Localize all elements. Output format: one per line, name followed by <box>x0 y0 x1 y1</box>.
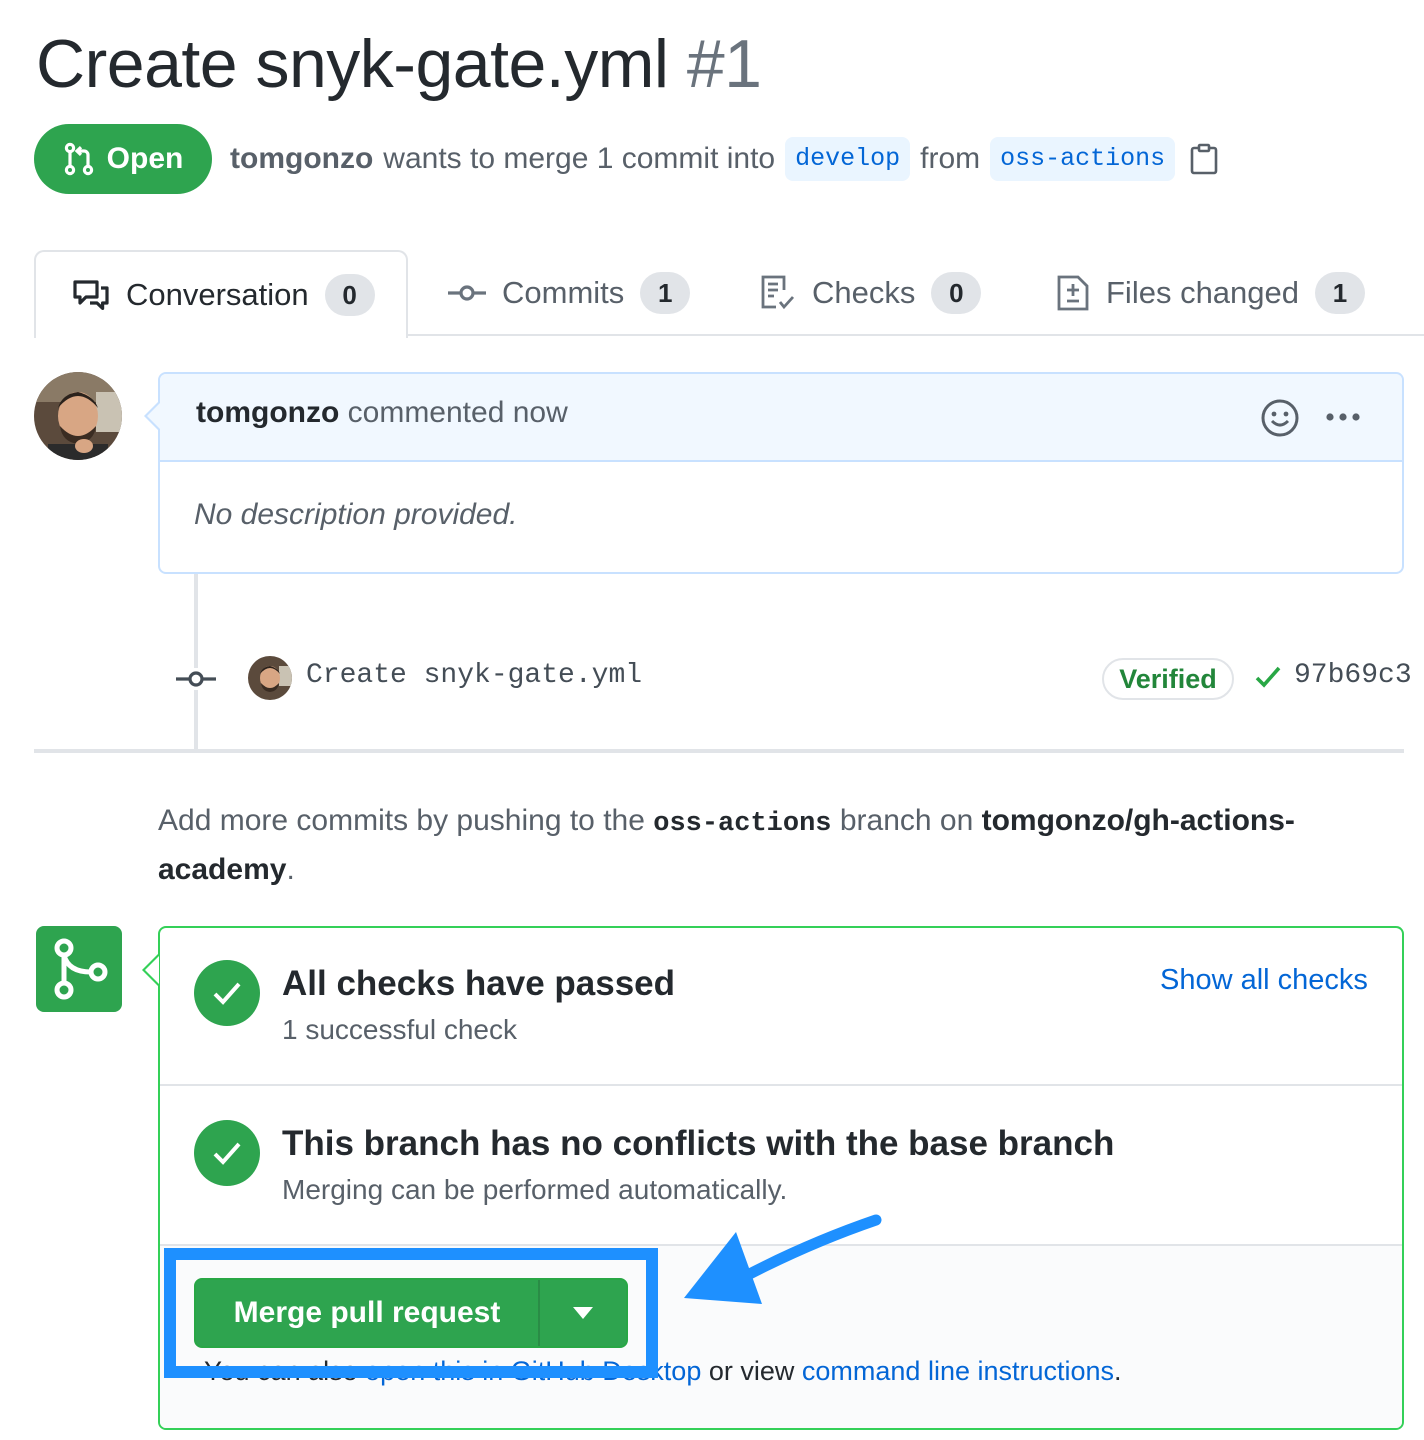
avatar-image <box>248 656 292 700</box>
show-all-checks-link[interactable]: Show all checks <box>1160 964 1368 997</box>
commit-message-link[interactable]: Create snyk-gate.yml <box>306 660 642 691</box>
head-branch[interactable]: oss-actions <box>990 137 1176 181</box>
clipboard-icon <box>1190 143 1218 175</box>
push-note-prefix: Add more commits by pushing to the <box>158 804 645 837</box>
annotation-highlight-box <box>164 1248 658 1378</box>
push-note-suffix: . <box>286 853 295 886</box>
avatar-image <box>34 372 122 460</box>
page-title: Create snyk-gate.yml #1 <box>36 22 762 106</box>
command-line-instructions-link[interactable]: command line instructions <box>802 1356 1114 1386</box>
push-note-branch: oss-actions <box>653 809 832 839</box>
arrow-icon <box>684 1214 882 1304</box>
from-text: from <box>920 142 981 175</box>
checks-subtitle: 1 successful check <box>282 1014 517 1045</box>
comment-discussion-icon <box>73 280 109 310</box>
smiley-icon <box>1261 399 1299 437</box>
commit-author-avatar[interactable] <box>248 656 292 700</box>
merge-divider <box>160 1084 1402 1086</box>
check-icon <box>1255 666 1281 688</box>
comment-options-button[interactable] <box>1324 400 1362 439</box>
commit-sha-link[interactable]: 97b69c3 <box>1294 660 1412 691</box>
add-reaction-button[interactable] <box>1260 398 1300 443</box>
git-merge-icon <box>54 938 108 1000</box>
checklist-icon <box>761 275 795 310</box>
tab-label: Conversation <box>126 277 309 312</box>
pr-state-label: Open <box>106 142 184 175</box>
no-conflicts-icon <box>194 1120 260 1186</box>
comment-header: tomgonzo commented now <box>160 374 1402 462</box>
timeline-divider <box>34 749 1404 753</box>
file-diff-icon <box>1057 275 1089 311</box>
merge-status-icon <box>36 926 122 1012</box>
base-branch[interactable]: develop <box>785 137 911 181</box>
pr-number: #1 <box>686 26 762 102</box>
tab-commits[interactable]: Commits 1 <box>448 250 691 336</box>
push-note-middle: branch on <box>839 804 974 837</box>
comment-author[interactable]: tomgonzo <box>196 396 339 429</box>
comment-body: No description provided. <box>194 498 518 531</box>
copy-branch-button[interactable] <box>1189 143 1219 175</box>
tab-counter: 1 <box>640 272 691 314</box>
tab-counter: 0 <box>324 274 375 316</box>
push-note: Add more commits by pushing to the oss-a… <box>158 798 1388 893</box>
verified-badge[interactable]: Verified <box>1102 658 1234 700</box>
git-commit-icon <box>176 668 216 690</box>
kebab-horizontal-icon <box>1326 413 1360 421</box>
tab-counter: 1 <box>1315 272 1366 314</box>
pr-title-text: Create snyk-gate.yml <box>36 26 669 102</box>
tab-files-changed[interactable]: Files changed 1 <box>1056 250 1366 336</box>
checks-passed-icon <box>194 960 260 1026</box>
comment-pointer-fill <box>147 402 161 430</box>
tab-label: Checks <box>812 275 916 310</box>
git-pull-request-icon <box>64 142 93 176</box>
comment-meta: tomgonzo commented now <box>196 396 568 430</box>
conflicts-title: This branch has no conflicts with the ba… <box>282 1124 1115 1163</box>
commit-node <box>176 668 216 695</box>
pr-state-badge: Open <box>34 124 212 194</box>
annotation-arrow <box>676 1214 886 1319</box>
tab-conversation[interactable]: Conversation 0 <box>34 250 408 338</box>
checks-status <box>194 960 260 1026</box>
commit-status-check[interactable] <box>1254 664 1282 695</box>
comment-action: commented now <box>347 396 568 429</box>
merge-hint-suffix: . <box>1114 1356 1122 1386</box>
timeline-line <box>194 574 198 750</box>
conflicts-status <box>194 1120 260 1186</box>
merge-box-pointer-fill <box>145 956 159 984</box>
checks-title: All checks have passed <box>282 964 675 1003</box>
tab-label: Commits <box>502 275 625 310</box>
git-commit-icon <box>448 285 486 301</box>
tab-label: Files changed <box>1106 275 1300 310</box>
pr-author-link[interactable]: tomgonzo <box>230 142 373 176</box>
tab-checks[interactable]: Checks 0 <box>760 250 982 336</box>
merge-hint-middle: or view <box>708 1356 795 1386</box>
conflicts-subtitle: Merging can be performed automatically. <box>282 1174 788 1205</box>
merge-description: wants to merge 1 commit into <box>383 142 776 175</box>
pr-meta: tomgonzo wants to merge 1 commit into de… <box>230 134 1219 184</box>
avatar[interactable] <box>34 372 122 460</box>
tab-counter: 0 <box>931 272 982 314</box>
comment-card: tomgonzo commented now No description pr… <box>158 372 1404 574</box>
